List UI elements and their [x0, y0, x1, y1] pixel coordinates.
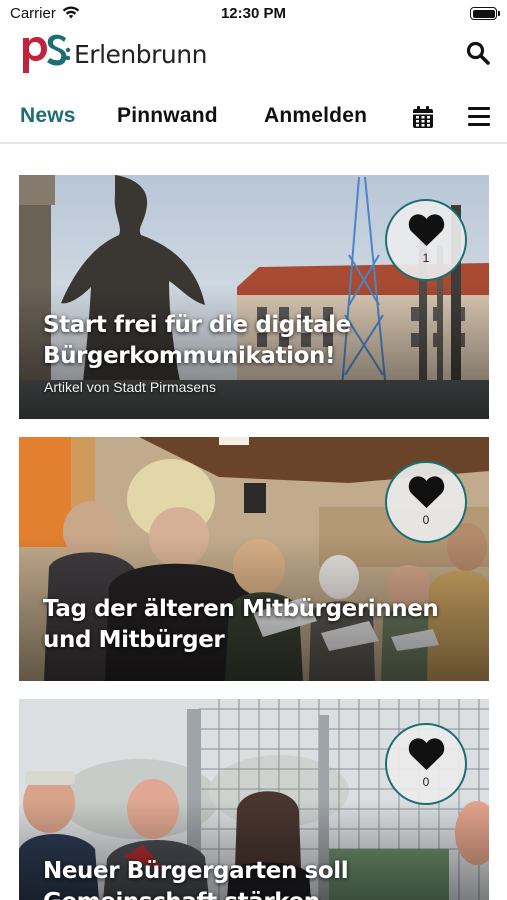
news-card-title: Neuer Bürgergarten soll Gemeinschaft stä…	[43, 858, 349, 900]
tab-news[interactable]: News	[20, 104, 76, 128]
hamburger-menu-icon[interactable]	[468, 107, 490, 127]
news-card-author: Artikel von Stadt Pirmasens	[44, 379, 216, 395]
calendar-icon[interactable]	[412, 105, 434, 129]
like-button[interactable]: 0	[385, 723, 467, 805]
battery-icon	[470, 7, 500, 20]
news-card-title: Tag der älteren Mitbürgerinnen und Mitbü…	[43, 596, 439, 653]
news-card-title: Start frei für die digitale Bürgerkommun…	[43, 312, 351, 369]
news-card[interactable]: Tag der älteren Mitbürgerinnen und Mitbü…	[19, 437, 489, 681]
like-count: 1	[422, 251, 430, 265]
status-bar: Carrier 12:30 PM	[0, 0, 507, 28]
tab-pinnwand[interactable]: Pinnwand	[117, 104, 218, 128]
clock-label: 12:30 PM	[220, 5, 287, 22]
tab-anmelden[interactable]: Anmelden	[264, 104, 367, 128]
like-button[interactable]: 0	[385, 461, 467, 543]
news-card[interactable]: Neuer Bürgergarten soll Gemeinschaft stä…	[19, 699, 489, 900]
like-button[interactable]: 1	[385, 199, 467, 281]
heart-icon	[408, 738, 445, 770]
heart-icon	[408, 476, 445, 508]
heart-icon	[408, 214, 445, 246]
logo-text: Erlenbrunn	[74, 39, 207, 69]
like-count: 0	[422, 775, 430, 789]
app-logo[interactable]: Erlenbrunn	[20, 30, 207, 76]
news-card[interactable]: Start frei für die digitale Bürgerkommun…	[19, 175, 489, 419]
like-count: 0	[422, 513, 430, 527]
tab-bar: News Pinnwand Anmelden	[0, 92, 507, 144]
app-header: Erlenbrunn	[0, 28, 507, 80]
logo-mark-icon	[23, 34, 71, 73]
search-icon[interactable]	[465, 40, 491, 66]
